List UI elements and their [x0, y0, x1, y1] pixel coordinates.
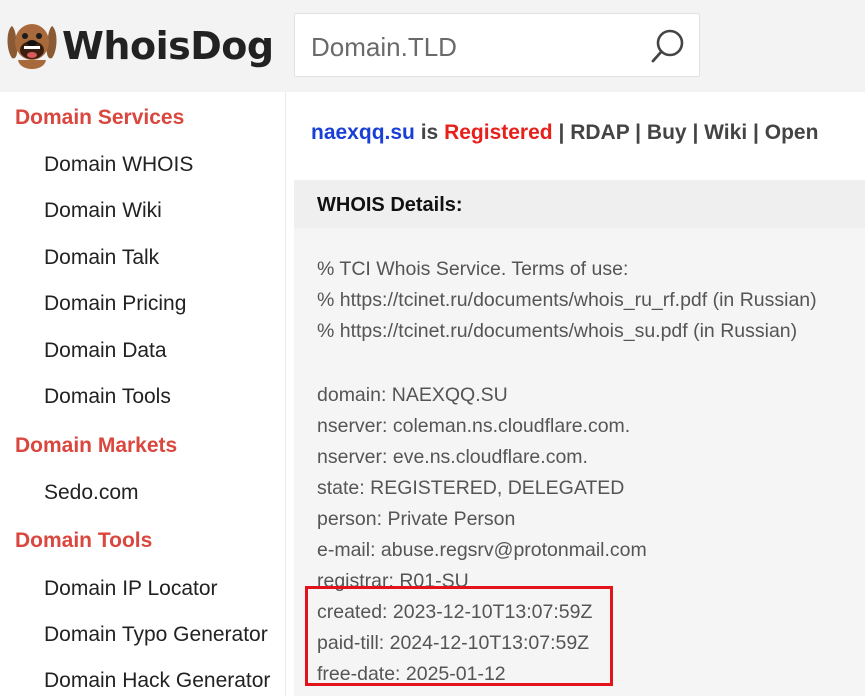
search-button[interactable] [647, 26, 691, 66]
whois-line: % https://tcinet.ru/documents/whois_ru_r… [317, 289, 817, 311]
status-is-text: is [420, 121, 439, 144]
sidebar-item-domain-data[interactable]: Domain Data [44, 339, 167, 363]
search-box [294, 13, 700, 77]
sidebar: Domain Services Domain WHOIS Domain Wiki… [0, 92, 286, 696]
whois-details-header: WHOIS Details: [294, 180, 865, 228]
logo-text: WhoisDog [62, 24, 274, 68]
whois-line: domain: NAEXQQ.SU [317, 384, 508, 406]
separator: | [692, 121, 699, 144]
whois-line: nserver: coleman.ns.cloudflare.com. [317, 415, 631, 437]
search-icon [651, 29, 684, 63]
sidebar-item-domain-whois[interactable]: Domain WHOIS [44, 153, 193, 177]
whois-line: % https://tcinet.ru/documents/whois_su.p… [317, 320, 798, 342]
open-link[interactable]: Open [765, 121, 819, 144]
domain-name-link[interactable]: naexqq.su [311, 121, 415, 144]
sidebar-item-domain-pricing[interactable]: Domain Pricing [44, 292, 186, 316]
sidebar-item-domain-talk[interactable]: Domain Talk [44, 246, 159, 270]
top-bar: WhoisDog [0, 0, 865, 92]
whois-line: state: REGISTERED, DELEGATED [317, 477, 625, 499]
whois-line: person: Private Person [317, 508, 516, 530]
sidebar-item-sedo[interactable]: Sedo.com [44, 481, 139, 505]
separator: | [558, 121, 565, 144]
highlight-box [305, 586, 613, 686]
sidebar-item-domain-tools[interactable]: Domain Tools [44, 385, 171, 409]
sidebar-section-domain-markets[interactable]: Domain Markets [15, 434, 177, 458]
whois-line: e-mail: abuse.regsrv@protonmail.com [317, 539, 647, 561]
whois-line: % TCI Whois Service. Terms of use: [317, 258, 629, 280]
buy-link[interactable]: Buy [647, 121, 687, 144]
sidebar-item-domain-typo-generator[interactable]: Domain Typo Generator [44, 623, 268, 647]
whois-line: nserver: eve.ns.cloudflare.com. [317, 446, 588, 468]
wiki-link[interactable]: Wiki [704, 121, 747, 144]
sidebar-item-domain-wiki[interactable]: Domain Wiki [44, 199, 162, 223]
site-logo[interactable]: WhoisDog [6, 14, 274, 78]
registered-status: Registered [444, 121, 553, 144]
dog-logo-icon [7, 24, 57, 69]
sidebar-section-domain-services[interactable]: Domain Services [15, 106, 184, 130]
separator: | [753, 121, 759, 144]
separator: | [635, 121, 642, 144]
sidebar-item-domain-ip-locator[interactable]: Domain IP Locator [44, 577, 218, 601]
domain-status-line: naexqq.su is Registered | RDAP | Buy | W… [311, 121, 818, 145]
rdap-link[interactable]: RDAP [570, 121, 629, 144]
sidebar-section-domain-tools[interactable]: Domain Tools [15, 529, 152, 553]
search-input[interactable] [309, 26, 633, 68]
whois-details-title: WHOIS Details: [317, 194, 463, 216]
sidebar-item-domain-hack-generator[interactable]: Domain Hack Generator [44, 669, 270, 693]
